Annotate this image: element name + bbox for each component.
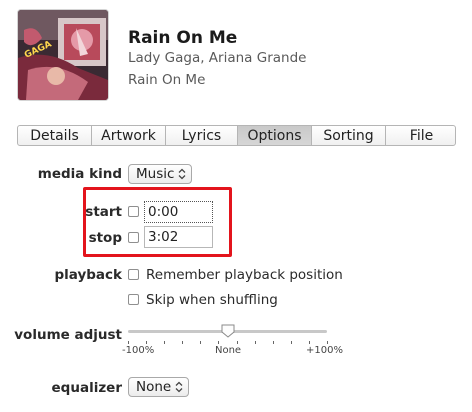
media-kind-value: Music <box>136 166 175 182</box>
media-kind-label: media kind <box>37 166 122 182</box>
slider-tick <box>237 341 238 344</box>
highlight-box <box>83 187 232 257</box>
slider-tick <box>309 341 310 344</box>
remember-position-label[interactable]: Remember playback position <box>146 267 343 283</box>
equalizer-value: None <box>136 379 172 395</box>
slider-tick <box>128 341 129 344</box>
playback-label: playback <box>54 267 122 283</box>
slider-tick <box>146 341 147 344</box>
slider-tick <box>327 341 328 344</box>
tab-options[interactable]: Options <box>238 126 312 145</box>
slider-tick <box>164 341 165 344</box>
tab-lyrics[interactable]: Lyrics <box>166 126 238 145</box>
slider-tick <box>182 341 183 344</box>
remember-position-checkbox[interactable] <box>128 269 139 280</box>
chevron-up-down-icon <box>175 381 183 393</box>
media-kind-select[interactable]: Music <box>128 164 192 184</box>
info-tab-bar: Details Artwork Lyrics Options Sorting F… <box>17 125 456 146</box>
slider-tick <box>200 341 201 344</box>
slider-tick <box>291 341 292 344</box>
tab-file[interactable]: File <box>386 126 455 145</box>
tab-sorting[interactable]: Sorting <box>312 126 386 145</box>
slider-tick <box>218 341 219 344</box>
track-title: Rain On Me <box>128 28 238 48</box>
slider-thumb-icon[interactable] <box>221 324 235 338</box>
volume-adjust-label: volume adjust <box>14 327 122 343</box>
tab-details[interactable]: Details <box>18 126 92 145</box>
chevron-up-down-icon <box>178 168 186 180</box>
volume-max-label: +100% <box>306 345 343 356</box>
album-artwork: GAGA <box>18 10 108 100</box>
slider-tick <box>273 341 274 344</box>
equalizer-label: equalizer <box>51 380 122 396</box>
track-album: Rain On Me <box>128 72 206 88</box>
skip-shuffling-label[interactable]: Skip when shuffling <box>146 292 278 308</box>
equalizer-select[interactable]: None <box>128 377 189 397</box>
tab-artwork[interactable]: Artwork <box>92 126 166 145</box>
skip-shuffling-checkbox[interactable] <box>128 294 139 305</box>
volume-min-label: -100% <box>122 345 155 356</box>
track-artist: Lady Gaga, Ariana Grande <box>128 50 307 66</box>
volume-mid-label: None <box>215 345 242 356</box>
slider-tick <box>255 341 256 344</box>
